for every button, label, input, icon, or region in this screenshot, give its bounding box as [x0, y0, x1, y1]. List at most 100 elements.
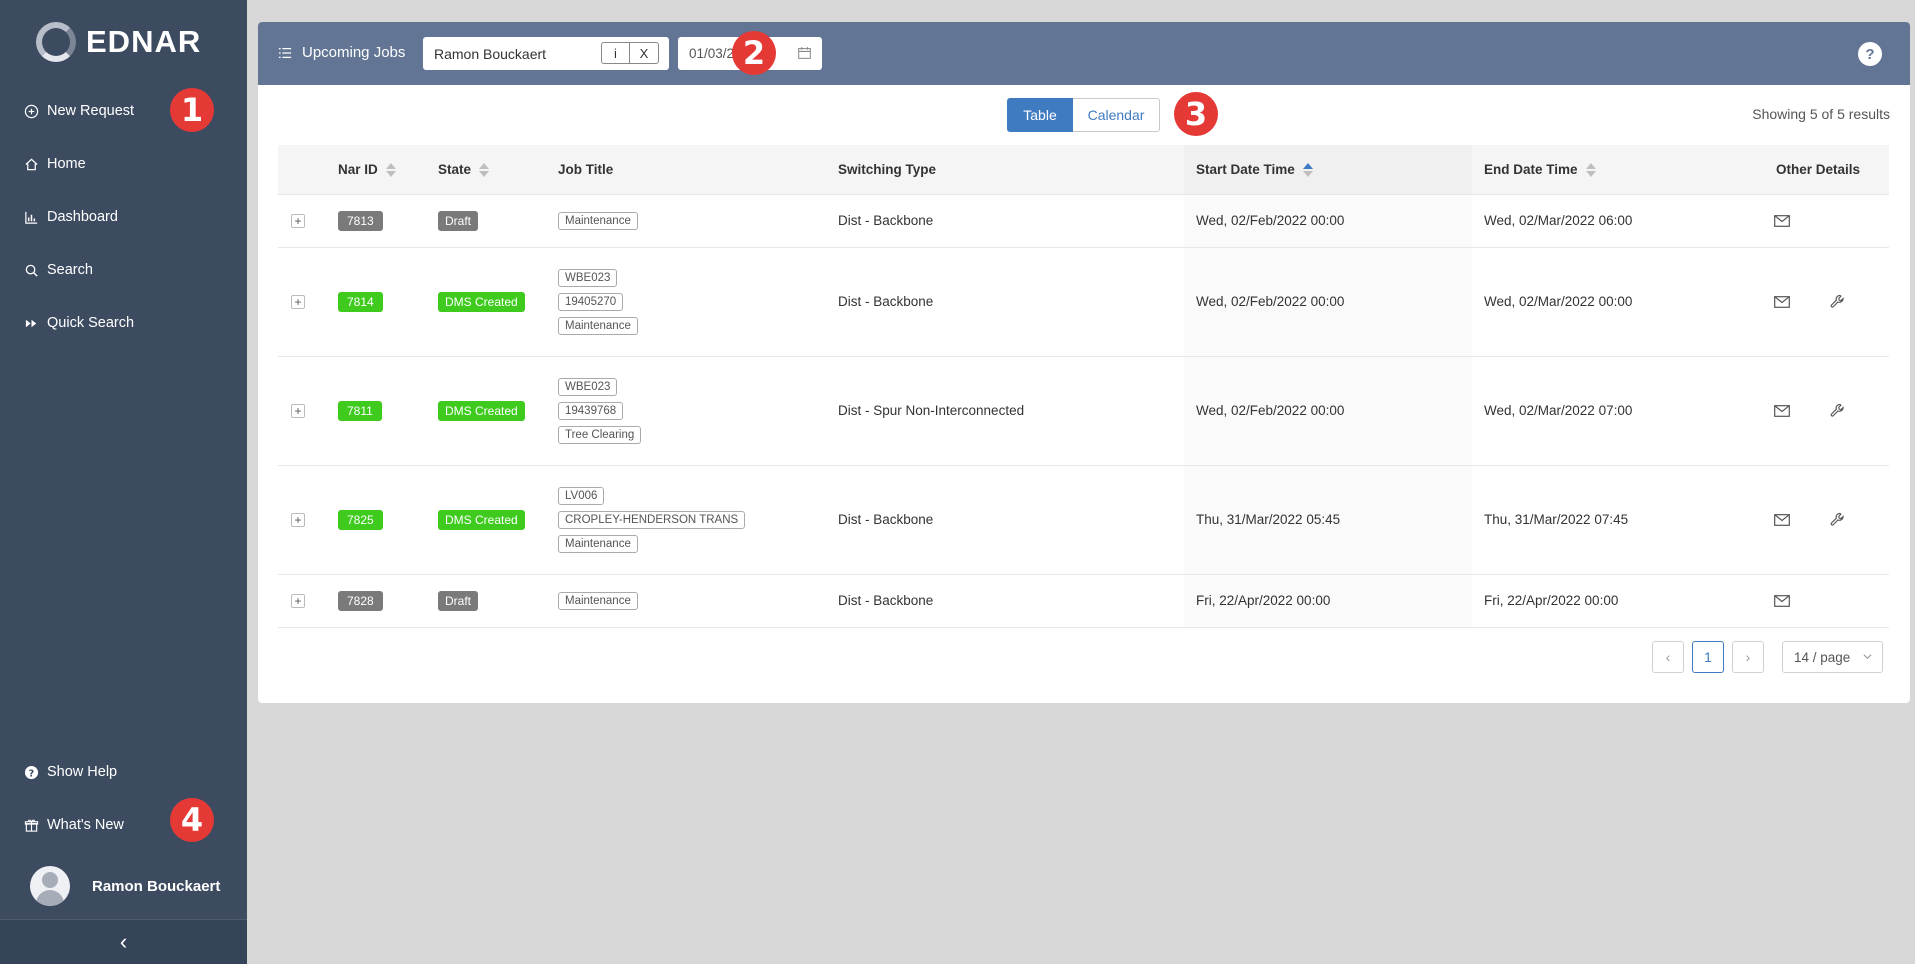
- sidebar-item-label: Quick Search: [47, 315, 135, 331]
- start-date-cell: Wed, 02/Feb/2022 00:00: [1184, 247, 1472, 357]
- home-icon: [24, 157, 39, 172]
- nar-id-cell: 7814: [338, 247, 438, 357]
- job-title-cell: Maintenance: [558, 574, 838, 628]
- expand-cell: +: [278, 194, 338, 248]
- expand-row-button[interactable]: +: [291, 213, 305, 228]
- search-icon: [24, 263, 39, 278]
- tab-calendar[interactable]: Calendar: [1073, 98, 1160, 132]
- sort-icon: [1302, 162, 1313, 177]
- page-header: Upcoming Jobs Ramon Bouckaert i X 01/03/…: [258, 22, 1910, 85]
- job-title-cell: Maintenance: [558, 194, 838, 248]
- chevron-left-icon: ‹: [119, 929, 128, 954]
- job-title-tag: Maintenance: [558, 534, 638, 553]
- tab-table[interactable]: Table: [1007, 98, 1073, 132]
- wrench-icon[interactable]: [1830, 512, 1845, 527]
- page-size-select[interactable]: 14 / page: [1782, 641, 1883, 673]
- column-header-end-date[interactable]: End Date Time: [1472, 145, 1759, 195]
- nar-id-badge[interactable]: 7811: [338, 400, 382, 421]
- logo-ring-icon: [36, 22, 76, 62]
- user-profile[interactable]: Ramon Bouckaert: [30, 866, 220, 906]
- annotation-marker-2: 2: [732, 31, 776, 75]
- sidebar-item-show-help[interactable]: ? Show Help: [24, 764, 117, 780]
- table-row: + 7811 DMS Created WBE023 19439768 Tree Cl…: [278, 356, 1889, 466]
- end-date-cell: Thu, 31/Mar/2022 07:45: [1472, 465, 1759, 575]
- other-details-cell: [1759, 465, 1889, 575]
- annotation-marker-4: 4: [170, 798, 214, 842]
- expand-row-button[interactable]: +: [291, 403, 305, 418]
- table-row: + 7828 Draft Maintenance Dist - Backbone…: [278, 574, 1889, 628]
- nar-id-badge[interactable]: 7814: [338, 291, 383, 312]
- sidebar-item-label: Search: [47, 262, 93, 278]
- job-title-tag: LV006: [558, 486, 605, 505]
- wrench-icon[interactable]: [1830, 294, 1845, 309]
- status-badge: Draft: [438, 590, 479, 611]
- question-circle-icon: ?: [24, 765, 39, 780]
- state-cell: DMS Created: [438, 465, 558, 575]
- sidebar-item-search[interactable]: Search: [24, 262, 93, 278]
- nar-id-badge[interactable]: 7825: [338, 509, 383, 530]
- mail-icon[interactable]: [1774, 513, 1790, 526]
- end-date-cell: Fri, 22/Apr/2022 00:00: [1472, 574, 1759, 628]
- job-title-cell: LV006 CROPLEY-HENDERSON TRANS Maintenance: [558, 465, 838, 575]
- start-date-cell: Fri, 22/Apr/2022 00:00: [1184, 574, 1472, 628]
- sidebar-item-home[interactable]: Home: [24, 156, 86, 172]
- expand-row-button[interactable]: +: [291, 512, 305, 527]
- end-date-cell: Wed, 02/Mar/2022 07:00: [1472, 356, 1759, 466]
- job-title-cell: WBE023 19405270 Maintenance: [558, 247, 838, 357]
- job-title-tag: WBE023: [558, 377, 618, 396]
- plus-circle-icon: [24, 104, 39, 119]
- list-icon: [278, 47, 292, 58]
- pagination: ‹ 1 › 14 / page: [1652, 641, 1883, 673]
- mail-icon[interactable]: [1774, 594, 1790, 607]
- svg-text:?: ?: [29, 768, 34, 779]
- state-cell: DMS Created: [438, 356, 558, 466]
- info-button[interactable]: i: [602, 43, 630, 63]
- expand-row-button[interactable]: +: [291, 294, 305, 309]
- end-date-cell: Wed, 02/Mar/2022 06:00: [1472, 194, 1759, 248]
- sidebar: EDNAR New Request Home Dashboard Search …: [0, 0, 247, 964]
- other-details-cell: [1759, 247, 1889, 357]
- nar-id-badge[interactable]: 7828: [338, 590, 383, 611]
- mail-icon[interactable]: [1774, 295, 1790, 308]
- collapse-sidebar-button[interactable]: ‹: [0, 919, 247, 964]
- prev-page-button[interactable]: ‹: [1652, 641, 1684, 673]
- other-details-cell: [1759, 356, 1889, 466]
- column-header-other-details: Other Details: [1759, 145, 1889, 195]
- start-date-cell: Thu, 31/Mar/2022 05:45: [1184, 465, 1472, 575]
- nar-id-badge[interactable]: 7813: [338, 210, 383, 231]
- sort-icon: [1585, 162, 1596, 177]
- mail-icon[interactable]: [1774, 214, 1790, 227]
- help-button[interactable]: ?: [1858, 42, 1882, 66]
- user-select[interactable]: Ramon Bouckaert i X: [423, 37, 669, 70]
- mail-icon[interactable]: [1774, 404, 1790, 417]
- column-header-state[interactable]: State: [438, 145, 558, 195]
- app-name: EDNAR: [86, 24, 202, 59]
- clear-button[interactable]: X: [630, 43, 658, 63]
- annotation-marker-3: 3: [1174, 92, 1218, 136]
- other-details-cell: [1759, 574, 1889, 628]
- nar-id-cell: 7825: [338, 465, 438, 575]
- sort-icon: [479, 162, 490, 177]
- column-header-start-date[interactable]: Start Date Time: [1184, 145, 1472, 195]
- wrench-icon[interactable]: [1830, 403, 1845, 418]
- job-title-tag: 19405270: [558, 292, 624, 311]
- page-1-button[interactable]: 1: [1692, 641, 1724, 673]
- chevron-down-icon: [1863, 654, 1872, 660]
- column-header-nar-id[interactable]: Nar ID: [338, 145, 438, 195]
- expand-row-button[interactable]: +: [291, 593, 305, 608]
- sidebar-item-whats-new[interactable]: What's New: [24, 817, 124, 833]
- job-title-tag: WBE023: [558, 268, 618, 287]
- user-name: Ramon Bouckaert: [92, 877, 221, 895]
- sidebar-item-label: Home: [47, 156, 86, 172]
- view-toggle: Table Calendar: [1007, 98, 1160, 132]
- expand-cell: +: [278, 247, 338, 357]
- jobs-table: Nar ID State Job Title Switching Type St…: [278, 145, 1889, 628]
- results-count: Showing 5 of 5 results: [1752, 106, 1890, 122]
- next-page-button[interactable]: ›: [1732, 641, 1764, 673]
- avatar: [30, 866, 70, 906]
- column-header-job-title: Job Title: [558, 145, 838, 195]
- job-title-cell: WBE023 19439768 Tree Clearing: [558, 356, 838, 466]
- sidebar-item-new-request[interactable]: New Request: [24, 103, 134, 119]
- sidebar-item-dashboard[interactable]: Dashboard: [24, 209, 118, 225]
- sidebar-item-quick-search[interactable]: Quick Search: [24, 315, 134, 331]
